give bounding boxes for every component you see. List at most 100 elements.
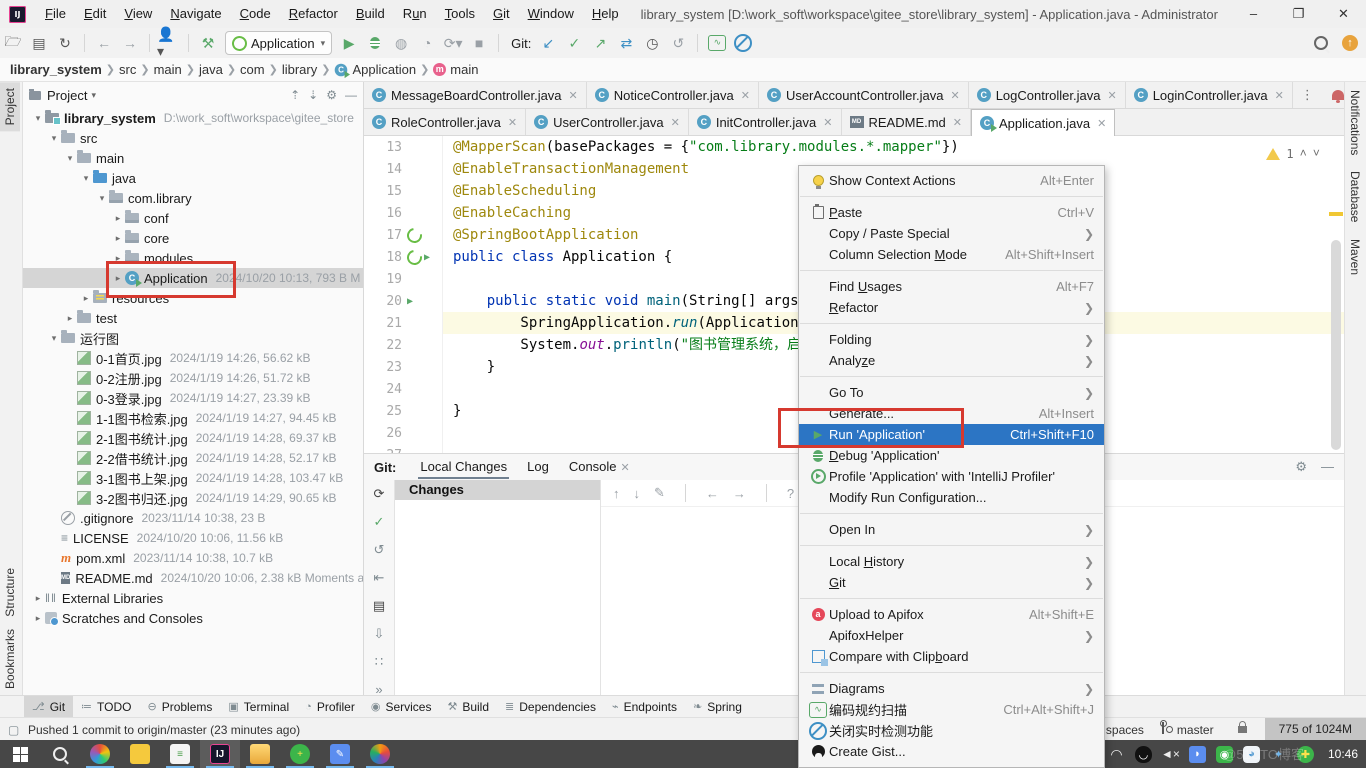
- close-tab-icon[interactable]: ✕: [950, 89, 959, 102]
- editor-gutter[interactable]: 131415161718▶1920▶21222324252627: [364, 136, 443, 453]
- forward-icon[interactable]: →: [118, 32, 142, 54]
- chevron-expanded-icon[interactable]: ▾: [63, 153, 77, 164]
- menu-item-copy-paste-special[interactable]: Copy / Paste Special❯: [799, 223, 1104, 244]
- back-icon[interactable]: ←: [706, 486, 719, 501]
- volume-muted-icon[interactable]: ◄×: [1162, 746, 1179, 763]
- menu-build[interactable]: Build: [347, 0, 394, 28]
- sidebar-tab-notifications[interactable]: Notifications: [1345, 82, 1365, 163]
- breadcrumb-item-application[interactable]: CApplication: [334, 62, 416, 77]
- tree-row-运行图[interactable]: ▾运行图: [23, 328, 363, 348]
- tree-row-2-2借书统计.jpg[interactable]: 2-2借书统计.jpg2024/1/19 14:28, 52.17 kB: [23, 448, 363, 468]
- editor-tab-useraccountcontroller.java[interactable]: CUserAccountController.java✕: [759, 82, 969, 108]
- memory-indicator[interactable]: 775 of 1024M: [1265, 718, 1366, 741]
- tree-row-0-1首页.jpg[interactable]: 0-1首页.jpg2024/1/19 14:26, 56.62 kB: [23, 348, 363, 368]
- edit-icon[interactable]: ✎: [654, 485, 665, 501]
- commit-icon[interactable]: ✓: [562, 32, 586, 54]
- build-hammer-icon[interactable]: ⚒: [196, 32, 220, 54]
- editor-tab-usercontroller.java[interactable]: CUserController.java✕: [526, 109, 689, 135]
- prev-warning-icon[interactable]: ˄: [1300, 146, 1307, 161]
- back-icon[interactable]: ←: [92, 32, 116, 54]
- toolwindow-button-spring[interactable]: ❧Spring: [685, 696, 750, 718]
- editor-tab-noticecontroller.java[interactable]: CNoticeController.java✕: [587, 82, 759, 108]
- tree-row-library_system[interactable]: ▾library_systemD:\work_soft\workspace\gi…: [23, 108, 363, 128]
- sidebar-tab-structure[interactable]: Structure: [0, 562, 20, 623]
- close-tab-icon[interactable]: ✕: [671, 116, 680, 129]
- profiler-icon[interactable]: ◔: [415, 32, 439, 54]
- toolwindow-button-terminal[interactable]: ▣Terminal: [220, 696, 297, 718]
- taskbar-swirl-app[interactable]: [80, 740, 120, 768]
- chevron-expanded-icon[interactable]: ▾: [95, 193, 109, 204]
- unshelve-icon[interactable]: ⇩: [374, 626, 385, 642]
- run-gutter-icon[interactable]: ▶: [424, 252, 430, 263]
- taskbar-start[interactable]: [0, 740, 40, 768]
- menu-file[interactable]: File: [36, 0, 75, 28]
- menu-item-show-context-actions[interactable]: Show Context ActionsAlt+Enter: [799, 170, 1104, 191]
- tree-row-0-2注册.jpg[interactable]: 0-2注册.jpg2024/1/19 14:26, 51.72 kB: [23, 368, 363, 388]
- toolwindow-button-profiler[interactable]: ◔Profiler: [297, 696, 363, 718]
- tree-row-src[interactable]: ▾src: [23, 128, 363, 148]
- menu-navigate[interactable]: Navigate: [161, 0, 230, 28]
- sidebar-tab-project[interactable]: Project: [0, 82, 20, 131]
- sync-icon[interactable]: ↻: [53, 32, 77, 54]
- next-warning-icon[interactable]: ˅: [1313, 146, 1320, 161]
- tree-row-external-libraries[interactable]: ▸‖‖External Libraries: [23, 588, 363, 608]
- code-line-13[interactable]: @MapperScan(basePackages = {"com.library…: [443, 136, 1344, 158]
- menu-item-create-gist-[interactable]: Create Gist...: [799, 741, 1104, 762]
- tree-row-1-1图书检索.jpg[interactable]: 1-1图书检索.jpg2024/1/19 14:27, 94.45 kB: [23, 408, 363, 428]
- code-scan-icon[interactable]: ∿: [705, 32, 729, 54]
- git-tab-console[interactable]: Console✕: [559, 454, 640, 480]
- close-tab-icon[interactable]: ✕: [1275, 89, 1284, 102]
- sidebar-tab-maven[interactable]: Maven: [1345, 231, 1365, 283]
- menu-item-debug-application-[interactable]: Debug 'Application': [799, 445, 1104, 466]
- chevron-expanded-icon[interactable]: ▾: [31, 113, 45, 124]
- update-project-icon[interactable]: ↙: [536, 32, 560, 54]
- close-tab-icon[interactable]: ✕: [621, 462, 630, 474]
- taskbar-palette-app[interactable]: [360, 740, 400, 768]
- open-icon[interactable]: 🗁: [1, 32, 25, 54]
- spring-bean-gutter-icon[interactable]: [404, 247, 425, 268]
- spring-bean-gutter-icon[interactable]: [404, 225, 425, 246]
- menu-item-paste[interactable]: PasteCtrl+V: [799, 202, 1104, 223]
- taskbar-sticky-notes[interactable]: [120, 740, 160, 768]
- chevron-expanded-icon[interactable]: ▾: [47, 333, 61, 344]
- push-icon[interactable]: ↗: [588, 32, 612, 54]
- settings-icon[interactable]: ⚙: [326, 88, 337, 102]
- editor-tab-readme.md[interactable]: MDREADME.md✕: [842, 109, 972, 135]
- editor-tab-initcontroller.java[interactable]: CInitController.java✕: [689, 109, 842, 135]
- breadcrumb-item-main[interactable]: main: [154, 62, 182, 77]
- help-icon[interactable]: ?: [787, 486, 794, 501]
- close-tab-icon[interactable]: ✕: [823, 116, 832, 129]
- breadcrumb-item-library_system[interactable]: library_system: [10, 62, 102, 77]
- close-button[interactable]: ✕: [1321, 0, 1366, 28]
- menu-item-upload-to-apifox[interactable]: aUpload to ApifoxAlt+Shift+E: [799, 604, 1104, 625]
- tree-row-conf[interactable]: ▸conf: [23, 208, 363, 228]
- toolwindow-button-build[interactable]: ⚒Build: [439, 696, 497, 718]
- tree-row-scratches-and-consoles[interactable]: ▸Scratches and Consoles: [23, 608, 363, 628]
- taskbar-clock[interactable]: 10:46: [1328, 747, 1358, 761]
- run-gutter-icon[interactable]: ▶: [407, 296, 413, 307]
- status-message[interactable]: Pushed 1 commit to origin/master (23 min…: [28, 723, 300, 737]
- green-shield-icon[interactable]: ✚: [1297, 746, 1314, 763]
- close-tab-icon[interactable]: ✕: [1107, 89, 1116, 102]
- toolwindow-button-todo[interactable]: ≔TODO: [73, 696, 139, 718]
- coverage-icon[interactable]: ◍: [389, 32, 413, 54]
- hide-panel-icon[interactable]: —: [345, 88, 357, 102]
- ide-update-icon[interactable]: ↑: [1342, 35, 1358, 51]
- menu-item-open-in[interactable]: Open In❯: [799, 519, 1104, 540]
- chevron-expanded-icon[interactable]: ▾: [79, 173, 93, 184]
- chevron-collapsed-icon[interactable]: ▸: [63, 313, 77, 324]
- tree-row-0-3登录.jpg[interactable]: 0-3登录.jpg2024/1/19 14:27, 23.39 kB: [23, 388, 363, 408]
- qq-icon[interactable]: ◡: [1135, 746, 1152, 763]
- sidebar-tab-database[interactable]: Database: [1345, 163, 1365, 230]
- prev-change-icon[interactable]: ↑: [613, 486, 620, 501]
- blue-star-app-icon[interactable]: ✦: [1270, 746, 1287, 763]
- chevron-expanded-icon[interactable]: ▾: [47, 133, 61, 144]
- menu-item-profile-application-with-intellij-profiler-[interactable]: Profile 'Application' with 'IntelliJ Pro…: [799, 466, 1104, 487]
- tree-row-.gitignore[interactable]: .gitignore2023/11/14 10:38, 23 B: [23, 508, 363, 528]
- menu-window[interactable]: Window: [519, 0, 583, 28]
- taskbar-browser-360[interactable]: +: [280, 740, 320, 768]
- tree-row-test[interactable]: ▸test: [23, 308, 363, 328]
- wifi-icon[interactable]: ◠: [1108, 746, 1125, 763]
- editor-tab-application.java[interactable]: CApplication.java✕: [971, 109, 1115, 136]
- chevron-collapsed-icon[interactable]: ▸: [31, 613, 45, 624]
